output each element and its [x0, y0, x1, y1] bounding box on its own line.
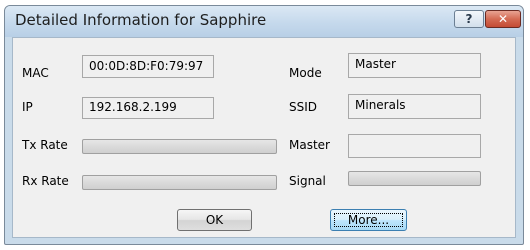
master-field — [348, 134, 481, 158]
master-label: Master — [289, 138, 330, 152]
title-bar[interactable]: Detailed Information for Sapphire ? ✕ — [5, 6, 523, 37]
mac-field: 00:0D:8D:F0:79:97 — [82, 55, 214, 78]
tx-rate-bar — [82, 139, 277, 154]
dialog-window: Detailed Information for Sapphire ? ✕ MA… — [4, 5, 524, 245]
signal-label: Signal — [289, 174, 326, 188]
ssid-field: Minerals — [348, 94, 481, 119]
focus-ring — [334, 213, 403, 227]
mode-field: Master — [348, 53, 481, 78]
tx-rate-label: Tx Rate — [22, 138, 68, 152]
rx-rate-label: Rx Rate — [22, 174, 69, 188]
close-button[interactable]: ✕ — [485, 10, 521, 28]
more-button[interactable]: More... — [330, 209, 407, 231]
ok-button[interactable]: OK — [177, 209, 252, 231]
question-mark-icon: ? — [465, 12, 473, 26]
close-icon: ✕ — [497, 12, 509, 26]
signal-bar — [348, 171, 481, 186]
mode-label: Mode — [289, 66, 322, 80]
mac-label: MAC — [22, 66, 49, 80]
dialog-body: MAC 00:0D:8D:F0:79:97 IP 192.168.2.199 T… — [12, 37, 516, 238]
ip-field: 192.168.2.199 — [82, 97, 214, 119]
rx-rate-bar — [82, 175, 277, 190]
window-title: Detailed Information for Sapphire — [15, 11, 267, 29]
ssid-label: SSID — [289, 100, 318, 114]
ip-label: IP — [22, 100, 33, 114]
help-button[interactable]: ? — [454, 10, 484, 28]
